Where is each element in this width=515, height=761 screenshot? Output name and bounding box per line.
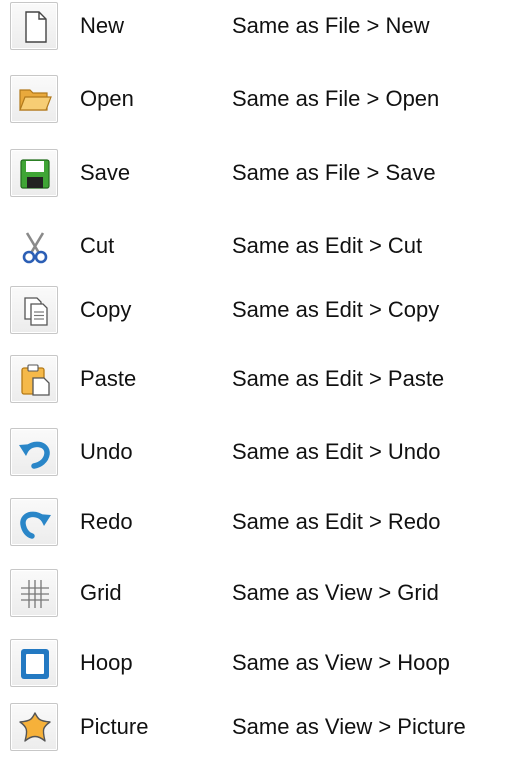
row-description: Same as Edit > Paste bbox=[232, 366, 445, 391]
new-document-icon bbox=[10, 2, 58, 50]
undo-arrow-icon bbox=[10, 428, 58, 476]
row-description: Same as Edit > Redo bbox=[232, 509, 441, 534]
row-name: Picture bbox=[80, 714, 149, 739]
row-name: Undo bbox=[80, 439, 133, 464]
row-name: Redo bbox=[80, 509, 133, 534]
row-description: Same as Edit > Cut bbox=[232, 233, 423, 258]
row-name: Open bbox=[80, 86, 134, 111]
legend-row-copy: Copy Same as Edit > Copy bbox=[0, 284, 515, 336]
legend-row-paste: Paste Same as Edit > Paste bbox=[0, 353, 515, 405]
hoop-icon bbox=[10, 639, 58, 687]
copy-icon bbox=[10, 286, 58, 334]
scissors-icon bbox=[10, 222, 58, 270]
row-description: Same as Edit > Copy bbox=[232, 297, 440, 322]
save-disk-icon bbox=[10, 149, 58, 197]
row-description: Same as View > Hoop bbox=[232, 650, 450, 675]
legend-row-save: Save Same as File > Save bbox=[0, 147, 515, 199]
legend-row-cut: Cut Same as Edit > Cut bbox=[0, 220, 515, 272]
legend-row-grid: Grid Same as View > Grid bbox=[0, 567, 515, 619]
row-name: Save bbox=[80, 160, 131, 185]
row-name: New bbox=[80, 13, 125, 38]
grid-icon bbox=[10, 569, 58, 617]
legend-row-hoop: Hoop Same as View > Hoop bbox=[0, 637, 515, 689]
picture-star-icon bbox=[10, 703, 58, 751]
row-description: Same as File > Open bbox=[232, 86, 440, 111]
row-name: Paste bbox=[80, 366, 137, 391]
row-description: Same as Edit > Undo bbox=[232, 439, 441, 464]
legend-row-undo: Undo Same as Edit > Undo bbox=[0, 426, 515, 478]
row-description: Same as View > Picture bbox=[232, 714, 466, 739]
row-name: Grid bbox=[80, 580, 122, 605]
legend-row-redo: Redo Same as Edit > Redo bbox=[0, 496, 515, 548]
row-name: Hoop bbox=[80, 650, 133, 675]
row-description: Same as File > New bbox=[232, 13, 430, 38]
row-name: Copy bbox=[80, 297, 132, 322]
redo-arrow-icon bbox=[10, 498, 58, 546]
row-name: Cut bbox=[80, 233, 115, 258]
row-description: Same as File > Save bbox=[232, 160, 436, 185]
legend-row-picture: Picture Same as View > Picture bbox=[0, 701, 515, 753]
paste-clipboard-icon bbox=[10, 355, 58, 403]
row-description: Same as View > Grid bbox=[232, 580, 439, 605]
legend-row-open: Open Same as File > Open bbox=[0, 73, 515, 125]
legend-row-new: New Same as File > New bbox=[0, 0, 515, 52]
open-folder-icon bbox=[10, 75, 58, 123]
toolbar-legend: New Same as File > New Open Same as File… bbox=[0, 0, 515, 761]
